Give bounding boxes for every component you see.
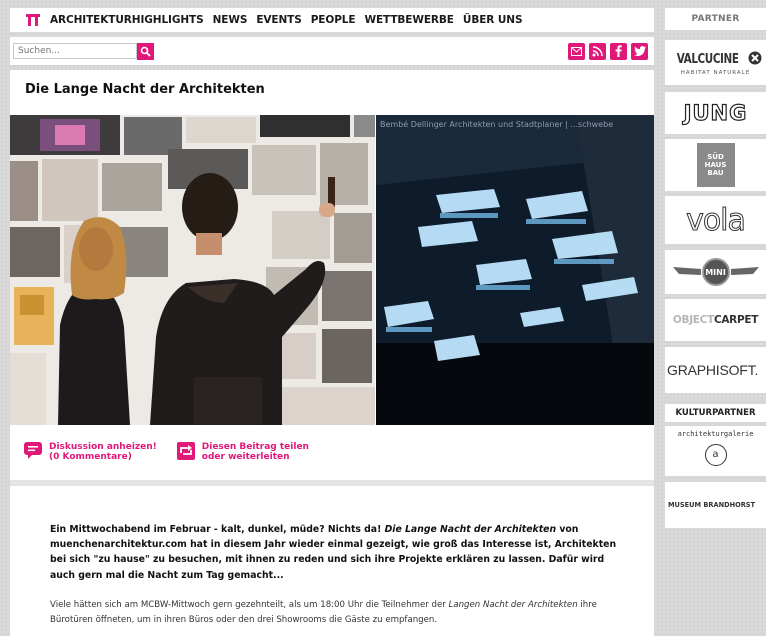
- mini-wordmark: MINI: [705, 267, 726, 277]
- nav-item-wettbewerbe[interactable]: WETTBEWERBE: [364, 14, 454, 26]
- article-card: Die Lange Nacht der Architekten Bembé De…: [10, 70, 654, 636]
- jung-wordmark: JUNG: [683, 100, 748, 125]
- suedhausbau-line2: HAUS: [704, 161, 727, 169]
- kulturpartner-heading: KULTURPARTNER: [665, 404, 766, 422]
- kultur-logo-architekturgalerie[interactable]: architekturgalerie a: [665, 426, 766, 476]
- nav-item-news[interactable]: NEWS: [213, 14, 248, 26]
- facebook-icon[interactable]: [610, 42, 627, 60]
- site-logo-icon[interactable]: [26, 13, 40, 27]
- suedhausbau-line1: SÜD: [707, 153, 724, 161]
- nav-item-architekturhighlights[interactable]: ARCHITEKTURHIGHLIGHTS: [50, 14, 204, 26]
- objectcarpet-word1: OBJECT: [672, 314, 714, 326]
- suedhausbau-line3: BAU: [707, 169, 724, 177]
- body-intro: Viele hätten sich am MCBW-Mittwoch gern …: [50, 600, 449, 610]
- partner-logo-mini[interactable]: MINI: [665, 250, 766, 294]
- social-links: [568, 42, 648, 60]
- partner-logo-sued-haus-bau[interactable]: SÜD HAUS BAU: [665, 139, 766, 191]
- search-bar: [10, 37, 654, 65]
- nav-item-people[interactable]: PEOPLE: [311, 14, 356, 26]
- search-icon[interactable]: [137, 42, 154, 60]
- nav-item-ueber-uns[interactable]: ÜBER UNS: [463, 14, 523, 26]
- valcucine-mark-icon: [748, 50, 762, 69]
- discussion-link[interactable]: Diskussion anheizen! (0 Kommentare): [24, 442, 157, 464]
- comment-icon: [24, 442, 42, 463]
- lead-intro: Ein Mittwochabend im Februar - kalt, dun…: [50, 524, 385, 535]
- photo-caption: Bembé Dellinger Architekten und Stadtpla…: [380, 120, 614, 129]
- graphisoft-wordmark: GRAPHISOFT.: [667, 362, 759, 378]
- article-title: Die Lange Nacht der Architekten: [25, 82, 265, 97]
- lead-event-name: Die Lange Nacht der Architekten: [384, 524, 557, 535]
- twitter-icon[interactable]: [631, 42, 648, 60]
- rss-icon[interactable]: [589, 42, 606, 60]
- partner-sidebar: PARTNER VALCUCINE HABITAT NATURALE JUNG …: [665, 8, 766, 636]
- partner-heading: PARTNER: [665, 8, 766, 30]
- architekturgalerie-mark-icon: a: [704, 444, 727, 466]
- article-body: Viele hätten sich am MCBW-Mittwoch gern …: [50, 598, 620, 628]
- model-photo[interactable]: Bembé Dellinger Architekten und Stadtpla…: [376, 115, 654, 425]
- share-sublabel: oder weiterleiten: [201, 452, 290, 462]
- share-icon: [176, 442, 195, 464]
- search-input[interactable]: [13, 43, 137, 59]
- main-navigation: ARCHITEKTURHIGHLIGHTS NEWS EVENTS PEOPLE…: [10, 8, 654, 32]
- mail-icon[interactable]: [568, 42, 585, 60]
- partner-logo-vola[interactable]: vola: [665, 196, 766, 244]
- architekturgalerie-mark-letter: a: [712, 449, 719, 460]
- architekturgalerie-wordmark: architekturgalerie: [677, 430, 754, 438]
- nav-item-events[interactable]: EVENTS: [256, 14, 301, 26]
- valcucine-wordmark: VALCUCINE: [676, 51, 739, 67]
- section-divider: [10, 480, 654, 486]
- partner-logo-graphisoft[interactable]: GRAPHISOFT.: [665, 347, 766, 393]
- body-event-name: Langen Nacht der Architekten: [448, 600, 578, 610]
- objectcarpet-word2: CARPET: [713, 314, 759, 326]
- valcucine-tagline: HABITAT NATURALE: [680, 69, 751, 76]
- kultur-logo-museum-brandhorst[interactable]: MUSEUM BRANDHORST: [665, 482, 766, 528]
- share-link[interactable]: Diesen Beitrag teilen oder weiterleiten: [176, 442, 309, 464]
- partner-logo-object-carpet[interactable]: OBJECTCARPET: [665, 299, 766, 341]
- event-photo[interactable]: [10, 115, 375, 425]
- article-actions: Diskussion anheizen! (0 Kommentare) Dies…: [24, 442, 309, 464]
- comment-count: (0 Kommentare): [49, 452, 132, 462]
- article-lead: Ein Mittwochabend im Februar - kalt, dun…: [50, 522, 620, 583]
- share-label: Diesen Beitrag teilen: [201, 442, 309, 452]
- vola-wordmark: vola: [686, 202, 747, 238]
- partner-logo-jung[interactable]: JUNG: [665, 92, 766, 134]
- partner-logo-valcucine[interactable]: VALCUCINE HABITAT NATURALE: [665, 40, 766, 85]
- discussion-label: Diskussion anheizen!: [49, 442, 157, 452]
- museum-brandhorst-wordmark: MUSEUM BRANDHORST: [668, 501, 756, 509]
